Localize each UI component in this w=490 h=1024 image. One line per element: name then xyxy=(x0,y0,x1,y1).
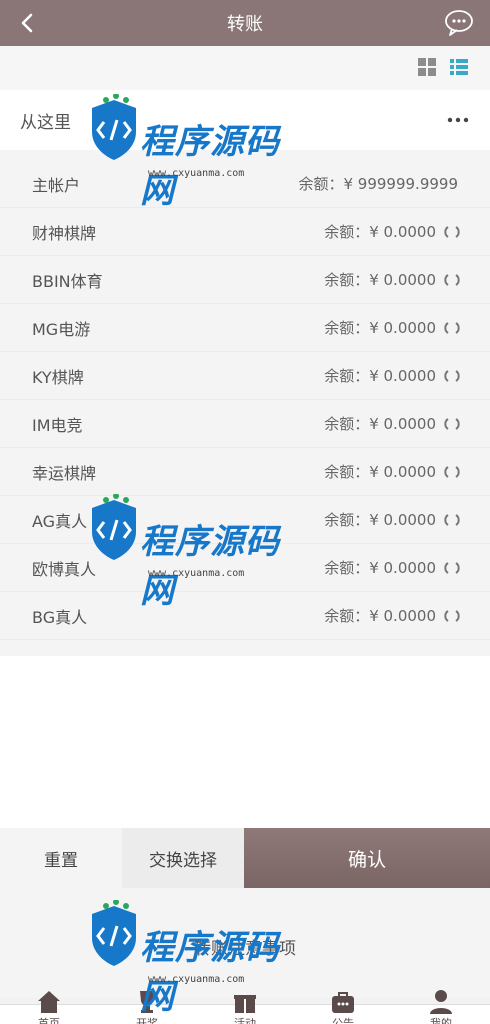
balance-label: 余额： xyxy=(324,223,370,241)
wallet-name: IM电竞 xyxy=(32,415,83,435)
wallet-row[interactable]: 主帐户 余额：¥ 999999.9999 xyxy=(0,160,490,208)
blank-area xyxy=(0,656,490,828)
wallet-list: 主帐户 余额：¥ 999999.9999 财神棋牌 余额：¥ 0.0000 BBIN体育… xyxy=(0,150,490,656)
back-button[interactable] xyxy=(10,5,46,41)
tab-item[interactable]: 我的 xyxy=(392,990,490,1024)
balance-label: 余额： xyxy=(324,415,370,433)
wallet-name: 幸运棋牌 xyxy=(32,463,97,483)
notice-title: 转账注意事项 xyxy=(194,939,296,959)
more-button[interactable] xyxy=(444,108,472,132)
wallet-row[interactable]: AG真人 余额：¥ 0.0000 xyxy=(0,496,490,544)
page-title: 转账 xyxy=(227,14,263,35)
header-bar: 转账 xyxy=(0,0,490,46)
balance-label: 余额： xyxy=(324,559,370,577)
chat-button[interactable] xyxy=(442,6,476,40)
wallet-row[interactable]: 幸运棋牌 余额：¥ 0.0000 xyxy=(0,448,490,496)
action-bar: 重置 交换选择 确认 xyxy=(0,828,490,888)
balance-value: ¥ 0.0000 xyxy=(369,415,436,433)
balance-label: 余额： xyxy=(324,367,370,385)
chevron-left-icon xyxy=(21,13,33,33)
wallet-name: BBIN体育 xyxy=(32,271,103,291)
refresh-icon[interactable] xyxy=(444,320,460,336)
balance-value: ¥ 0.0000 xyxy=(369,319,436,337)
tab-label: 我的 xyxy=(430,1017,452,1024)
balance-value: ¥ 0.0000 xyxy=(369,559,436,577)
transfer-from-row[interactable]: 从这里 xyxy=(0,90,490,150)
chat-bubble-icon xyxy=(445,10,473,36)
refresh-icon[interactable] xyxy=(444,560,460,576)
list-view-button[interactable] xyxy=(448,56,470,78)
balance-value: ¥ 0.0000 xyxy=(369,463,436,481)
wallet-row[interactable]: BG真人 余额：¥ 0.0000 xyxy=(0,592,490,640)
balance-label: 余额： xyxy=(324,463,370,481)
wallet-name: KY棋牌 xyxy=(32,367,84,387)
bottom-tab-bar: 首页 开奖 活动 公告 我的 xyxy=(0,990,490,1024)
refresh-icon[interactable] xyxy=(444,464,460,480)
tab-item[interactable]: 开奖 xyxy=(98,991,196,1024)
wallet-name: 主帐户 xyxy=(32,175,81,195)
balance-label: 余额： xyxy=(324,511,370,529)
wallet-balance: 余额：¥ 0.0000 xyxy=(324,365,436,386)
gift-icon xyxy=(234,993,256,1013)
wallet-name: 财神棋牌 xyxy=(32,223,97,243)
wallet-balance: 余额：¥ 0.0000 xyxy=(324,413,436,434)
tab-item[interactable]: 首页 xyxy=(0,991,98,1024)
tab-label: 开奖 xyxy=(136,1017,158,1024)
wallet-balance: 余额：¥ 0.0000 xyxy=(324,317,436,338)
tab-label: 公告 xyxy=(332,1017,354,1024)
balance-label: 余额： xyxy=(324,319,370,337)
wallet-balance: 余额：¥ 999999.9999 xyxy=(298,173,458,194)
balance-label: 余额： xyxy=(324,271,370,289)
grid-view-icon xyxy=(418,58,436,76)
refresh-icon[interactable] xyxy=(444,224,460,240)
swap-selection-button[interactable]: 交换选择 xyxy=(122,828,244,888)
balance-label: 余额： xyxy=(324,607,370,625)
wallet-balance: 余额：¥ 0.0000 xyxy=(324,509,436,530)
refresh-icon[interactable] xyxy=(444,512,460,528)
wallet-balance: 余额：¥ 0.0000 xyxy=(324,557,436,578)
balance-value: ¥ 0.0000 xyxy=(369,223,436,241)
balance-value: ¥ 0.0000 xyxy=(369,367,436,385)
tab-item[interactable]: 活动 xyxy=(196,993,294,1024)
wallet-row[interactable]: 财神棋牌 余额：¥ 0.0000 xyxy=(0,208,490,256)
grid-view-button[interactable] xyxy=(416,56,438,78)
wallet-balance: 余额：¥ 0.0000 xyxy=(324,605,436,626)
wallet-name: 欧博真人 xyxy=(32,559,97,579)
wallet-balance: 余额：¥ 0.0000 xyxy=(324,221,436,242)
balance-value: ¥ 0.0000 xyxy=(369,271,436,289)
wallet-balance: 余额：¥ 0.0000 xyxy=(324,269,436,290)
wallet-name: MG电游 xyxy=(32,319,91,339)
balance-value: ¥ 0.0000 xyxy=(369,607,436,625)
view-toggle-bar xyxy=(0,46,490,90)
tab-label: 活动 xyxy=(234,1017,256,1024)
user-icon xyxy=(430,990,452,1014)
refresh-icon[interactable] xyxy=(444,272,460,288)
refresh-icon[interactable] xyxy=(444,608,460,624)
home-icon xyxy=(38,991,60,1013)
wallet-row[interactable]: BBIN体育 余额：¥ 0.0000 xyxy=(0,256,490,304)
transfer-notice: 转账注意事项 xyxy=(0,888,490,998)
wallet-name: BG真人 xyxy=(32,607,88,627)
tab-label: 首页 xyxy=(38,1017,60,1024)
list-view-icon xyxy=(450,59,468,75)
balance-label: 余额： xyxy=(298,175,344,193)
notice-bag-icon xyxy=(332,992,354,1013)
more-horizontal-icon xyxy=(447,117,469,123)
wallet-row[interactable]: 欧博真人 余额：¥ 0.0000 xyxy=(0,544,490,592)
refresh-icon[interactable] xyxy=(444,416,460,432)
wallet-name: AG真人 xyxy=(32,511,88,531)
wallet-row[interactable]: MG电游 余额：¥ 0.0000 xyxy=(0,304,490,352)
wallet-row[interactable]: KY棋牌 余额：¥ 0.0000 xyxy=(0,352,490,400)
reset-button[interactable]: 重置 xyxy=(0,828,122,888)
wallet-balance: 余额：¥ 0.0000 xyxy=(324,461,436,482)
from-label: 从这里 xyxy=(20,112,71,133)
wallet-row[interactable]: IM电竞 余额：¥ 0.0000 xyxy=(0,400,490,448)
trophy-icon xyxy=(140,991,154,1013)
balance-value: ¥ 0.0000 xyxy=(369,511,436,529)
refresh-icon[interactable] xyxy=(444,368,460,384)
balance-value: ¥ 999999.9999 xyxy=(343,175,458,193)
confirm-button[interactable]: 确认 xyxy=(244,828,490,888)
tab-item[interactable]: 公告 xyxy=(294,992,392,1024)
